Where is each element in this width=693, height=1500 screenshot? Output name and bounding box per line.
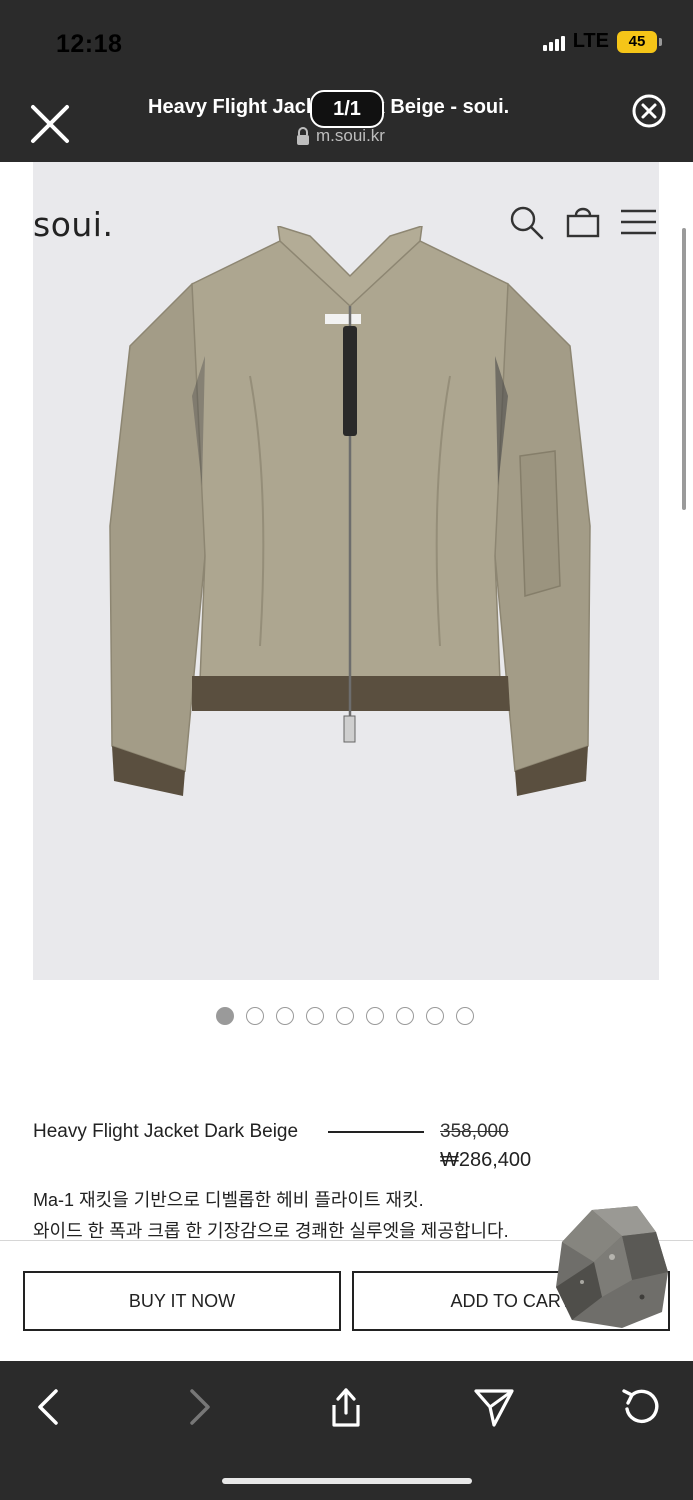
- back-icon[interactable]: [28, 1385, 72, 1429]
- divider-line: [328, 1131, 424, 1133]
- pagination-dot[interactable]: [366, 1007, 384, 1025]
- buy-now-button[interactable]: BUY IT NOW: [23, 1271, 341, 1331]
- gallery-pagination: [216, 1007, 474, 1025]
- status-time: 12:18: [56, 30, 123, 58]
- scrollbar[interactable]: [682, 228, 686, 510]
- close-icon[interactable]: [30, 104, 70, 144]
- status-indicators: LTE 45: [542, 30, 662, 53]
- battery-level: 45: [628, 33, 646, 50]
- pagination-dot[interactable]: [306, 1007, 324, 1025]
- sale-price: ₩286,400: [440, 1149, 532, 1171]
- lock-icon: [297, 127, 309, 145]
- url-text: m.soui.kr: [316, 126, 385, 145]
- pagination-dot[interactable]: [246, 1007, 264, 1025]
- image-counter: 1/1: [310, 90, 384, 128]
- pagination-dot[interactable]: [426, 1007, 444, 1025]
- reload-icon[interactable]: [620, 1385, 664, 1429]
- battery-icon: 45: [617, 30, 662, 53]
- original-price: 358,000: [440, 1121, 509, 1142]
- network-type: LTE: [572, 30, 609, 52]
- send-icon[interactable]: [472, 1385, 516, 1429]
- pagination-dot[interactable]: [276, 1007, 294, 1025]
- url-bar[interactable]: m.soui.kr: [296, 126, 385, 146]
- signal-icon: [542, 33, 565, 51]
- product-name: Heavy Flight Jacket Dark Beige: [33, 1121, 299, 1142]
- jacket-photo: [109, 226, 591, 796]
- pagination-dot[interactable]: [336, 1007, 354, 1025]
- share-icon[interactable]: [324, 1385, 368, 1429]
- home-indicator: [222, 1478, 472, 1484]
- rock-sticker-image: [556, 1206, 668, 1328]
- product-description-line1: Ma-1 재킷을 기반으로 디벨롭한 헤비 플라이트 재킷.: [33, 1190, 424, 1210]
- pagination-dot[interactable]: [396, 1007, 414, 1025]
- forward-icon[interactable]: [176, 1385, 220, 1429]
- menu-icon[interactable]: [620, 204, 656, 240]
- circle-close-icon[interactable]: [632, 94, 666, 128]
- pagination-dot[interactable]: [456, 1007, 474, 1025]
- pagination-dot[interactable]: [216, 1007, 234, 1025]
